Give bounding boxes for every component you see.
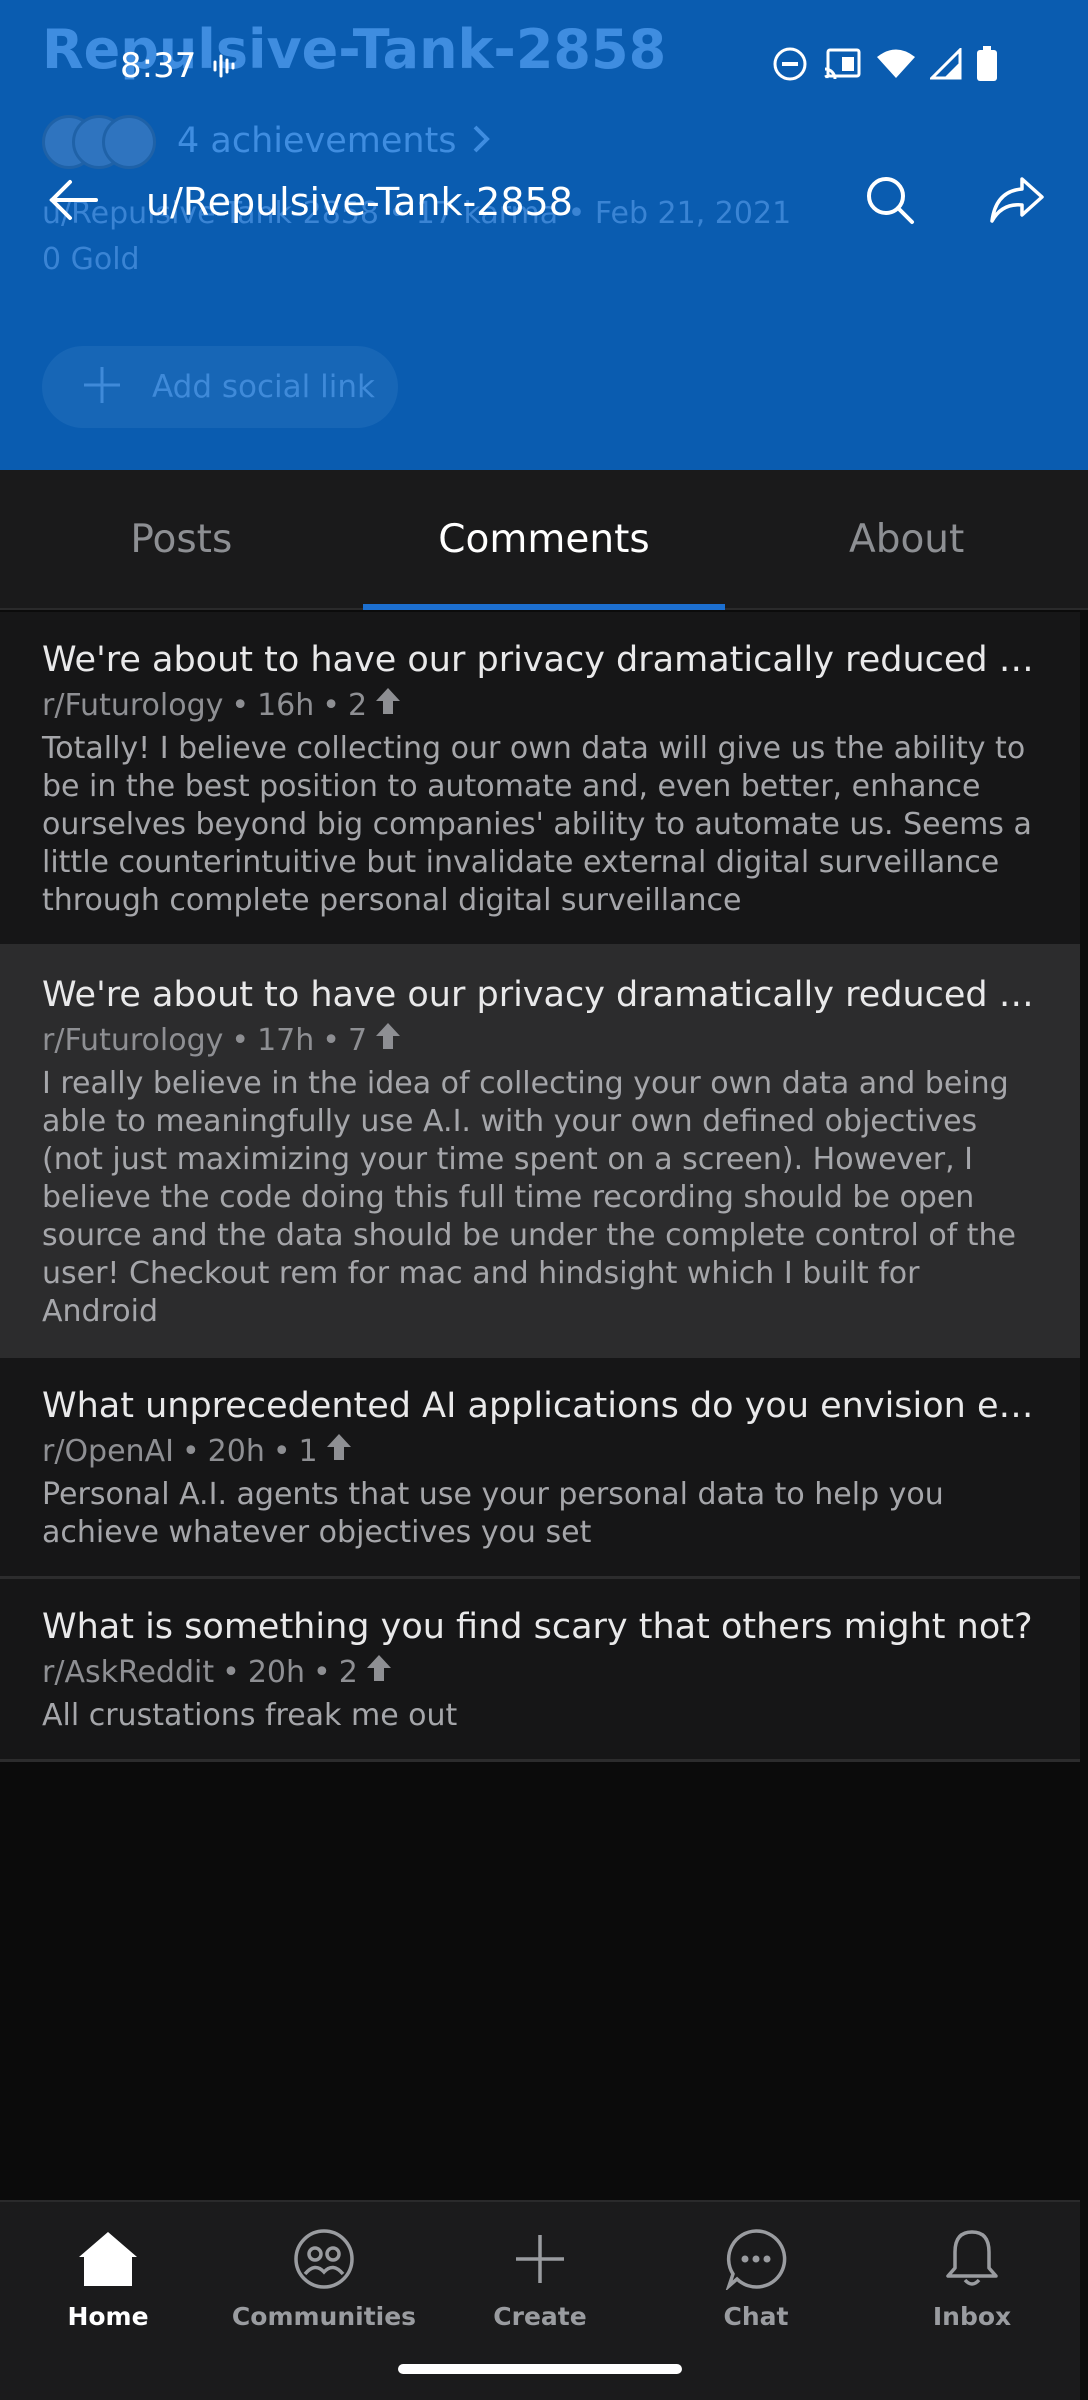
comment-age: 16h xyxy=(257,688,315,723)
achievements-label: 4 achievements xyxy=(177,121,457,161)
upvote-icon xyxy=(375,1019,401,1063)
share-icon xyxy=(988,175,1046,229)
cell-signal-icon xyxy=(928,46,962,84)
comment-age: 17h xyxy=(257,1023,315,1058)
home-indicator[interactable] xyxy=(398,2364,682,2374)
wifi-icon xyxy=(876,48,916,84)
search-button[interactable] xyxy=(858,170,922,234)
upvote-icon xyxy=(326,1430,352,1474)
comment-meta: r/Futurology • 16h • 2 xyxy=(42,684,1038,728)
comment-age: 20h xyxy=(207,1434,265,1469)
tab-about[interactable]: About xyxy=(725,470,1088,608)
nav-label: Create xyxy=(493,2302,587,2331)
chat-icon xyxy=(721,2224,791,2294)
meta-separator: • xyxy=(313,1655,331,1690)
comment-body: Totally! I believe collecting our own da… xyxy=(42,731,1032,918)
nav-inbox[interactable]: Inbox xyxy=(864,2202,1080,2400)
search-icon xyxy=(864,174,916,230)
subreddit-name: r/OpenAI xyxy=(42,1434,174,1469)
add-social-link-button[interactable]: Add social link xyxy=(42,346,398,428)
comment-age: 20h xyxy=(247,1655,305,1690)
back-button[interactable] xyxy=(42,170,106,234)
nav-label: Home xyxy=(67,2302,149,2331)
comment-item[interactable]: What unprecedented AI applications do yo… xyxy=(0,1358,1080,1579)
status-bar: 8:37 xyxy=(0,40,1088,96)
comment-score: 2 xyxy=(347,688,368,723)
comment-item[interactable]: What is something you find scary that ot… xyxy=(0,1579,1080,1762)
upvote-icon xyxy=(366,1651,392,1695)
comment-item[interactable]: We're about to have our privacy dramatic… xyxy=(0,612,1080,947)
nav-label: Communities xyxy=(231,2302,417,2331)
subreddit-name: r/Futurology xyxy=(42,688,224,723)
page-title: u/Repulsive-Tank-2858 xyxy=(146,180,573,224)
upvote-icon xyxy=(375,684,401,728)
achievement-badges xyxy=(42,111,167,171)
meta-separator: • xyxy=(322,688,340,723)
chevron-right-icon xyxy=(471,123,491,159)
meta-separator: • xyxy=(322,1023,340,1058)
plus-icon xyxy=(80,363,124,411)
comment-item[interactable]: We're about to have our privacy dramatic… xyxy=(0,947,1080,1358)
gold-count: 0 Gold xyxy=(42,242,140,277)
comment-body: I really believe in the idea of collecti… xyxy=(42,1066,1017,1329)
tab-comments[interactable]: Comments xyxy=(362,470,726,610)
meta-separator: • xyxy=(181,1434,200,1469)
audio-wave-icon xyxy=(212,48,236,88)
arrow-left-icon xyxy=(48,178,100,226)
tab-posts[interactable]: Posts xyxy=(0,470,363,608)
status-time: 8:37 xyxy=(120,46,197,86)
cast-icon xyxy=(822,47,862,85)
comment-meta: r/OpenAI • 20h • 1 xyxy=(42,1430,1038,1474)
post-title: What unprecedented AI applications do yo… xyxy=(42,1386,1038,1426)
achievements-row[interactable]: 4 achievements xyxy=(42,110,491,172)
subreddit-name: r/Futurology xyxy=(42,1023,224,1058)
post-title: We're about to have our privacy dramatic… xyxy=(42,640,1038,680)
comment-meta: r/AskReddit • 20h • 2 xyxy=(42,1651,1038,1695)
comment-score: 7 xyxy=(347,1023,368,1058)
home-icon xyxy=(73,2224,143,2294)
nav-label: Chat xyxy=(723,2302,789,2331)
battery-icon xyxy=(976,46,998,86)
nav-home[interactable]: Home xyxy=(0,2202,216,2400)
meta-separator: • xyxy=(231,1023,250,1058)
profile-header: Repulsive-Tank-2858 8:37 4 achievements … xyxy=(0,0,1088,470)
communities-icon xyxy=(289,2224,359,2294)
comments-list: We're about to have our privacy dramatic… xyxy=(0,612,1080,1762)
bell-icon xyxy=(937,2224,1007,2294)
meta-separator: • xyxy=(272,1434,291,1469)
nav-label: Inbox xyxy=(932,2302,1012,2331)
comment-score: 2 xyxy=(338,1655,358,1690)
comment-meta: r/Futurology • 17h • 7 xyxy=(42,1019,1038,1063)
comment-body: All crustations freak me out xyxy=(42,1698,458,1733)
subreddit-name: r/AskReddit xyxy=(42,1655,215,1690)
achievement-badge-icon xyxy=(102,115,156,169)
plus-icon xyxy=(505,2224,575,2294)
do-not-disturb-icon xyxy=(772,46,808,86)
post-title: What is something you find scary that ot… xyxy=(42,1607,1033,1647)
comment-body: Personal A.I. agents that use your perso… xyxy=(42,1477,944,1550)
post-title: We're about to have our privacy dramatic… xyxy=(42,975,1038,1015)
profile-tabs: Posts Comments About xyxy=(0,470,1088,610)
meta-separator: • xyxy=(222,1655,240,1690)
share-button[interactable] xyxy=(982,170,1052,234)
meta-separator: • xyxy=(231,688,250,723)
add-social-link-label: Add social link xyxy=(152,369,375,405)
comment-score: 1 xyxy=(298,1434,318,1469)
